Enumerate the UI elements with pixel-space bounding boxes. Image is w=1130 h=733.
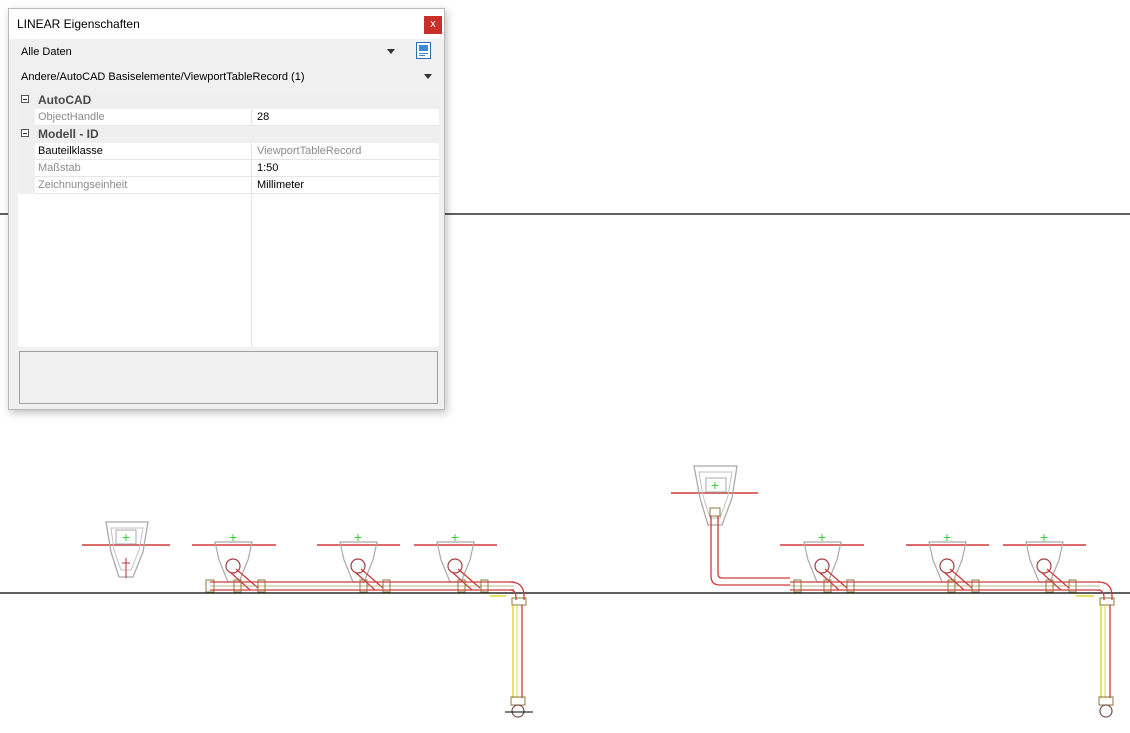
collapse-icon[interactable] [21, 95, 29, 103]
svg-text:+: + [450, 531, 459, 544]
drain-group-left[interactable]: + + + + [82, 521, 533, 718]
svg-text:+: + [710, 479, 719, 492]
svg-text:+: + [1039, 531, 1048, 544]
collapse-icon[interactable] [21, 129, 29, 137]
svg-text:+: + [942, 531, 951, 544]
category-row-autocad[interactable]: AutoCAD [18, 92, 439, 109]
property-row-bauteilklasse[interactable]: Bauteilklasse ViewportTableRecord [18, 143, 439, 160]
fixture-2[interactable]: + [317, 531, 400, 591]
category-row-modell-id[interactable]: Modell - ID [18, 126, 439, 143]
chevron-down-icon [387, 49, 395, 54]
chevron-down-icon [424, 74, 432, 79]
description-panel [19, 351, 438, 404]
property-value[interactable]: 28 [257, 111, 269, 123]
palette-title: LINEAR Eigenschaften [17, 17, 140, 31]
property-name: Bauteilklasse [38, 145, 103, 157]
palette-view-toggle-icon[interactable] [416, 42, 431, 59]
fixture-4[interactable]: + [780, 531, 864, 591]
properties-palette[interactable]: LINEAR Eigenschaften x Alle Daten Andere… [8, 8, 445, 410]
fixture-3[interactable]: + [414, 531, 497, 591]
downpipe-left[interactable] [505, 605, 533, 718]
svg-text:+: + [817, 531, 826, 544]
downpipe-right[interactable] [1098, 605, 1114, 718]
property-grid[interactable]: AutoCAD ObjectHandle 28 Modell - ID Baut… [18, 92, 439, 347]
fixture-standalone[interactable]: + [82, 521, 170, 578]
drain-group-right[interactable]: + + + + [671, 465, 1115, 718]
property-value[interactable]: 1:50 [257, 162, 278, 174]
property-name: ObjectHandle [38, 111, 105, 123]
property-value[interactable]: ViewportTableRecord [257, 145, 361, 157]
property-value[interactable]: Millimeter [257, 179, 304, 191]
palette-titlebar[interactable]: LINEAR Eigenschaften x [9, 9, 444, 39]
svg-text:+: + [228, 531, 237, 544]
property-row-objecthandle[interactable]: ObjectHandle 28 [18, 109, 439, 126]
category-label: AutoCAD [38, 93, 92, 107]
svg-text:+: + [121, 531, 130, 544]
svg-text:+: + [353, 531, 362, 544]
property-row-zeichnungseinheit[interactable]: Zeichnungseinheit Millimeter [18, 177, 439, 194]
property-name: Zeichnungseinheit [38, 179, 128, 191]
filter-dropdown[interactable]: Alle Daten [17, 41, 401, 63]
fixture-6[interactable]: + [1003, 531, 1086, 591]
object-selection-value: Andere/AutoCAD Basiselemente/ViewportTab… [21, 71, 305, 83]
property-row-massstab[interactable]: Maßstab 1:50 [18, 160, 439, 177]
filter-dropdown-value: Alle Daten [21, 46, 72, 58]
property-name: Maßstab [38, 162, 81, 174]
close-button[interactable]: x [424, 16, 442, 34]
object-selection-dropdown[interactable]: Andere/AutoCAD Basiselemente/ViewportTab… [17, 66, 435, 88]
fixture-raised[interactable]: + [671, 465, 790, 586]
category-label: Modell - ID [38, 127, 99, 141]
